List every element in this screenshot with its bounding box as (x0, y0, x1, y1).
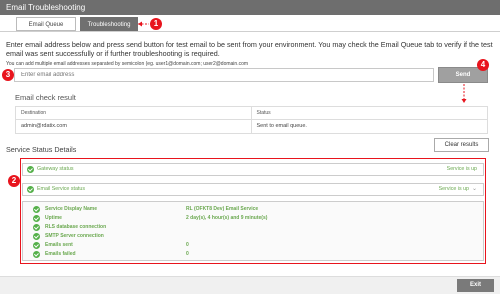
gateway-status-label: Gateway status (37, 166, 74, 172)
callout-4-arrow (461, 84, 467, 103)
detail-value: 0 (186, 251, 189, 257)
detail-label: Service Display Name (45, 206, 97, 212)
callout-1-arrow (138, 21, 149, 27)
email-service-status-row[interactable]: Email Service status Service is up ⌄ (22, 183, 484, 196)
callout-1: 1 (150, 18, 162, 30)
tab-troubleshooting[interactable]: Troubleshooting (80, 17, 138, 31)
column-header-destination: Destination (16, 107, 252, 119)
detail-label: Uptime (45, 215, 62, 221)
detail-row: Service Display Name RL (OFKT8 Dev) Emai… (23, 205, 483, 214)
footer-bar (0, 276, 500, 294)
detail-label: Emails sent (45, 242, 73, 248)
clear-results-button[interactable]: Clear results (434, 138, 489, 152)
detail-row: Emails sent 0 (23, 241, 483, 250)
multi-address-hint: You can add multiple email addresses sep… (6, 61, 249, 67)
table-header-row: Destination Status (16, 107, 487, 120)
check-circle-icon (33, 215, 40, 222)
check-circle-icon (27, 166, 34, 173)
service-status-title: Service Status Details (6, 145, 77, 154)
check-circle-icon (33, 242, 40, 249)
callout-2: 2 (8, 175, 20, 187)
column-header-status: Status (256, 110, 271, 116)
check-circle-icon (33, 251, 40, 258)
email-service-status-label: Email Service status (37, 186, 85, 192)
exit-button[interactable]: Exit (457, 279, 494, 292)
check-circle-icon (33, 206, 40, 213)
check-circle-icon (27, 186, 34, 193)
chevron-down-icon[interactable]: ⌄ (472, 184, 477, 195)
gateway-status-row[interactable]: Gateway status Service is up (22, 163, 484, 176)
detail-label: Emails failed (45, 251, 76, 257)
detail-value: 2 day(s), 4 hour(s) and 9 minute(s) (186, 215, 268, 221)
detail-row: Emails failed 0 (23, 250, 483, 259)
detail-row: SMTP Server connection (23, 232, 483, 241)
check-circle-icon (33, 233, 40, 240)
email-service-details: Service Display Name RL (OFKT8 Dev) Emai… (22, 201, 484, 261)
detail-row: RLS database connection (23, 223, 483, 232)
tab-divider (0, 31, 500, 32)
detail-value: RL (OFKT8 Dev) Email Service (186, 206, 259, 212)
detail-label: RLS database connection (45, 224, 107, 230)
email-service-status-text: Service is up (438, 186, 469, 192)
gateway-status-value: Service is up (446, 166, 477, 172)
email-check-title: Email check result (15, 93, 76, 102)
callout-4: 4 (477, 59, 489, 71)
tab-email-queue[interactable]: Email Queue (16, 17, 76, 31)
detail-row: Uptime 2 day(s), 4 hour(s) and 9 minute(… (23, 214, 483, 223)
email-service-status-value: Service is up ⌄ (439, 184, 477, 195)
email-input[interactable] (14, 68, 434, 82)
detail-label: SMTP Server connection (45, 233, 104, 239)
destination-cell: admin@rdatix.com (16, 120, 252, 133)
detail-value: 0 (186, 242, 189, 248)
window-title: Email Troubleshooting (0, 0, 500, 15)
email-check-table: Destination Status admin@rdatix.com Sent… (15, 106, 488, 134)
check-circle-icon (33, 224, 40, 231)
intro-text: Enter email address below and press send… (6, 40, 493, 58)
table-row: admin@rdatix.com Sent to email queue. (16, 120, 487, 133)
callout-3: 3 (2, 69, 14, 81)
status-cell: Sent to email queue. (256, 123, 307, 129)
